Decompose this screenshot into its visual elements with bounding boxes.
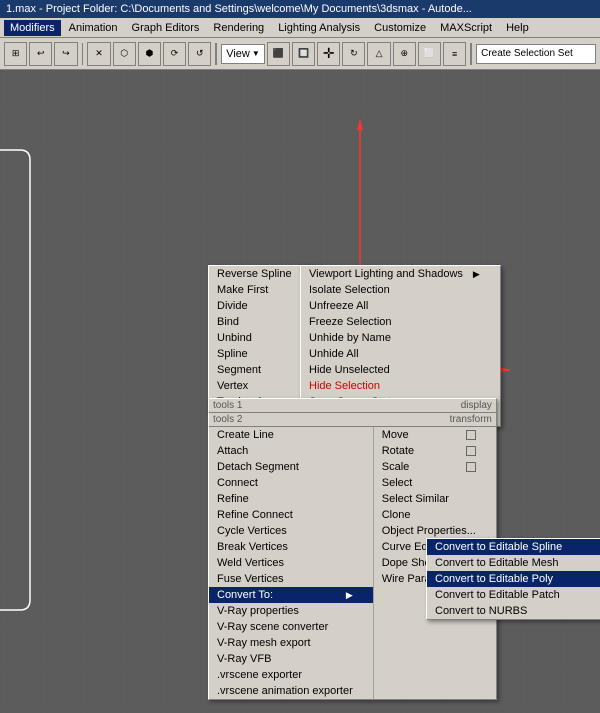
ctx-rotate[interactable]: Rotate [374, 443, 496, 459]
toolbar-btn-move[interactable]: ✛ [317, 42, 340, 66]
transform-label: transform [446, 413, 496, 426]
ctx-left-col: Create Line Attach Detach Segment Connec… [209, 427, 373, 699]
toolbar-btn-8[interactable]: ⬛ [267, 42, 290, 66]
toolbar-btn-11[interactable]: ⬜ [418, 42, 441, 66]
ctx-make-first[interactable]: Make First [209, 282, 312, 298]
ctx-refine-connect[interactable]: Refine Connect [209, 507, 373, 523]
rotate-icon: ↻ [350, 48, 358, 59]
ctx-reverse-spline[interactable]: Reverse Spline [209, 266, 312, 282]
toolbar-btn-select[interactable]: ✕ [87, 42, 110, 66]
toolbar: ⊞ ↩ ↪ ✕ ⬡ ⬢ ⟳ ↺ View ▼ ⬛ 🔲 ✛ ↻ △ ⊕ ⬜ ≡ C… [0, 38, 600, 70]
ctx-convert-nurbs[interactable]: Convert to NURBS [427, 603, 600, 619]
ctx-weld-vertices[interactable]: Weld Vertices [209, 555, 373, 571]
toolbar-btn-12[interactable]: ≡ [443, 42, 466, 66]
ctx-vray-properties[interactable]: V-Ray properties [209, 603, 373, 619]
menu-customize[interactable]: Customize [368, 20, 432, 36]
create-selection-set-label: Create Selection Set [481, 48, 573, 59]
context-menu-left[interactable]: Reverse Spline Make First Divide Bind Un… [208, 265, 313, 411]
ctx-refine[interactable]: Refine [209, 491, 373, 507]
menu-bar: Modifiers Animation Graph Editors Render… [0, 18, 600, 38]
menu-lighting-analysis[interactable]: Lighting Analysis [272, 20, 366, 36]
ctx-segment[interactable]: Segment [209, 362, 312, 378]
display-label: display [457, 399, 496, 412]
viewport[interactable]: Reverse Spline Make First Divide Bind Un… [0, 70, 600, 713]
ctx-freeze-selection[interactable]: Freeze Selection [301, 314, 500, 330]
ctx-select-similar[interactable]: Select Similar [374, 491, 496, 507]
toolbar-btn-9[interactable]: 🔲 [292, 42, 315, 66]
title-bar: 1.max - Project Folder: C:\Documents and… [0, 0, 600, 18]
ctx-vray-scene-converter[interactable]: V-Ray scene converter [209, 619, 373, 635]
menu-maxscript[interactable]: MAXScript [434, 20, 498, 36]
toolbar-btn-3[interactable]: ↪ [54, 42, 77, 66]
ctx-convert-editable-mesh[interactable]: Convert to Editable Mesh [427, 555, 600, 571]
title-text: 1.max - Project Folder: C:\Documents and… [6, 3, 472, 15]
ctx-break-vertices[interactable]: Break Vertices [209, 539, 373, 555]
dropdown-arrow-icon: ▼ [252, 49, 260, 58]
toolbar-sep-3 [470, 43, 472, 65]
viewport-label: View [226, 48, 250, 60]
ctx-attach[interactable]: Attach [209, 443, 373, 459]
viewport-dropdown[interactable]: View ▼ [221, 44, 265, 64]
ctx-vrscene-exporter[interactable]: .vrscene exporter [209, 667, 373, 683]
ctx-clone[interactable]: Clone [374, 507, 496, 523]
ctx-unhide-all[interactable]: Unhide All [301, 346, 500, 362]
toolbar-btn-7[interactable]: ↺ [188, 42, 211, 66]
ctx-bind[interactable]: Bind [209, 314, 312, 330]
rotate-checkbox-icon [466, 446, 476, 456]
menu-help[interactable]: Help [500, 20, 535, 36]
ctx-vertex[interactable]: Vertex [209, 378, 312, 394]
ctx-scale[interactable]: Scale [374, 459, 496, 475]
ctx-isolate-selection[interactable]: Isolate Selection [301, 282, 500, 298]
toolbar-sep-1 [82, 43, 84, 65]
submenu-arrow-icon: ▶ [473, 269, 480, 280]
ctx-hide-unselected[interactable]: Hide Unselected [301, 362, 500, 378]
convert-to-submenu[interactable]: Convert to Editable Spline Convert to Ed… [426, 538, 600, 620]
ctx-convert-editable-poly[interactable]: Convert to Editable Poly [427, 571, 600, 587]
toolbar-btn-4[interactable]: ⬡ [113, 42, 136, 66]
ctx-connect[interactable]: Connect [209, 475, 373, 491]
ctx-spline[interactable]: Spline [209, 346, 312, 362]
move-checkbox-icon [466, 430, 476, 440]
ctx-divide[interactable]: Divide [209, 298, 312, 314]
scale-checkbox-icon [466, 462, 476, 472]
ctx-move[interactable]: Move [374, 427, 496, 443]
ctx-convert-editable-spline[interactable]: Convert to Editable Spline [427, 539, 600, 555]
ctx-vray-mesh-export[interactable]: V-Ray mesh export [209, 635, 373, 651]
toolbar-btn-10[interactable]: ⊕ [393, 42, 416, 66]
scale-icon: △ [376, 48, 383, 59]
toolbar-sep-2 [215, 43, 217, 65]
toolbar-btn-5[interactable]: ⬢ [138, 42, 161, 66]
ctx-vray-vfb[interactable]: V-Ray VFB [209, 651, 373, 667]
tools1-label: tools 1 [209, 399, 457, 412]
toolbar-btn-6[interactable]: ⟳ [163, 42, 186, 66]
toolbar-btn-scale[interactable]: △ [367, 42, 390, 66]
ctx-hide-selection[interactable]: Hide Selection [301, 378, 500, 394]
ctx-select[interactable]: Select [374, 475, 496, 491]
ctx-unbind[interactable]: Unbind [209, 330, 312, 346]
toolbar-btn-rotate[interactable]: ↻ [342, 42, 365, 66]
ctx-viewport-lighting[interactable]: Viewport Lighting and Shadows ▶ [301, 266, 500, 282]
ctx-unhide-by-name[interactable]: Unhide by Name [301, 330, 500, 346]
create-selection-set[interactable]: Create Selection Set [476, 44, 596, 64]
convert-to-arrow-icon: ▶ [346, 590, 353, 601]
tools2-label: tools 2 [209, 413, 446, 426]
ctx-create-line[interactable]: Create Line [209, 427, 373, 443]
ctx-detach-segment[interactable]: Detach Segment [209, 459, 373, 475]
move-icon: ✛ [323, 45, 335, 62]
menu-modifiers[interactable]: Modifiers [4, 20, 61, 36]
menu-graph-editors[interactable]: Graph Editors [126, 20, 206, 36]
ctx-convert-editable-patch[interactable]: Convert to Editable Patch [427, 587, 600, 603]
ctx-fuse-vertices[interactable]: Fuse Vertices [209, 571, 373, 587]
menu-rendering[interactable]: Rendering [207, 20, 270, 36]
ctx-object-properties[interactable]: Object Properties... [374, 523, 496, 539]
ctx-vrscene-animation-exporter[interactable]: .vrscene animation exporter [209, 683, 373, 699]
toolbar-btn-2[interactable]: ↩ [29, 42, 52, 66]
toolbar-btn-1[interactable]: ⊞ [4, 42, 27, 66]
menu-animation[interactable]: Animation [63, 20, 124, 36]
ctx-unfreeze-all[interactable]: Unfreeze All [301, 298, 500, 314]
ctx-convert-to[interactable]: Convert To: ▶ [209, 587, 373, 603]
ctx-cycle-vertices[interactable]: Cycle Vertices [209, 523, 373, 539]
